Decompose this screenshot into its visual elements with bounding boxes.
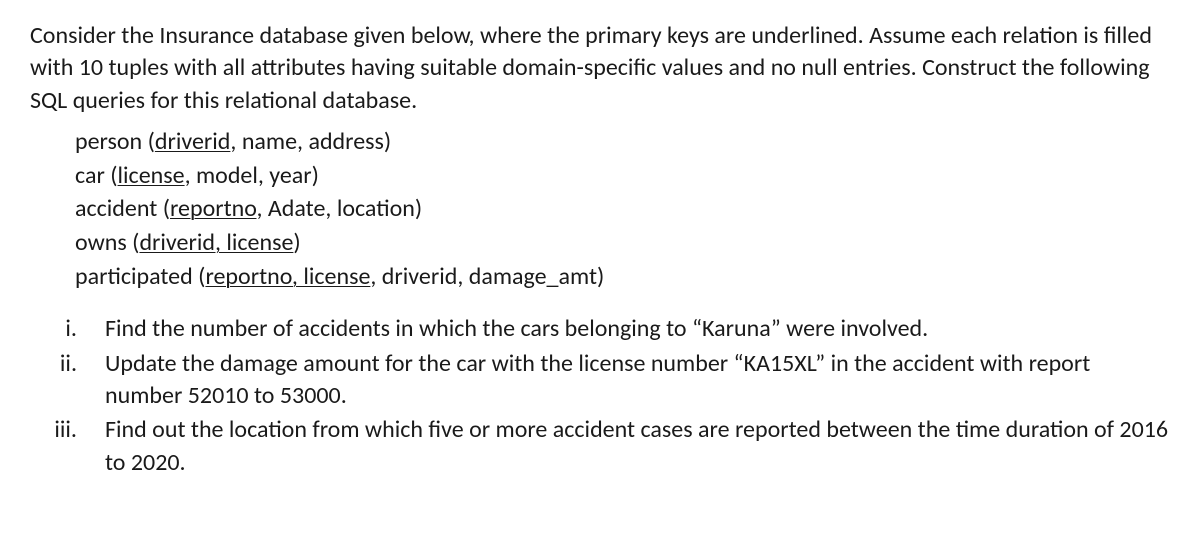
rest-attrs: , name, address) [230, 127, 391, 156]
question-number: iii. [30, 414, 105, 446]
relation-name: accident [75, 194, 157, 223]
relation-name: participated [75, 262, 193, 291]
primary-key: license [118, 161, 185, 190]
question-number: i. [30, 313, 105, 345]
question-item-2: ii. Update the damage amount for the car… [30, 348, 1170, 413]
intro-paragraph: Consider the Insurance database given be… [30, 20, 1170, 117]
schema-person: person (driverid, name, address) [75, 125, 1170, 159]
rest-attrs: ) [293, 228, 300, 257]
rest-attrs: , driverid, damage_amt) [370, 262, 604, 291]
open-paren: ( [148, 127, 155, 156]
schema-participated: participated (reportno, license, driveri… [75, 260, 1170, 294]
primary-key: driverid, license [139, 228, 293, 257]
question-text: Find the number of accidents in which th… [105, 313, 1170, 345]
rest-attrs: , model, year) [185, 161, 319, 190]
question-item-1: i. Find the number of accidents in which… [30, 313, 1170, 345]
question-text: Find out the location from which five or… [105, 414, 1170, 479]
schema-block: person (driverid, name, address) car (li… [30, 125, 1170, 293]
questions-list: i. Find the number of accidents in which… [30, 313, 1170, 479]
schema-owns: owns (driverid, license) [75, 226, 1170, 260]
schema-accident: accident (reportno, Adate, location) [75, 192, 1170, 226]
open-paren: ( [163, 194, 170, 223]
relation-name: owns [75, 228, 127, 257]
rest-attrs: , Adate, location) [257, 194, 423, 223]
question-item-3: iii. Find out the location from which fi… [30, 414, 1170, 479]
schema-car: car (license, model, year) [75, 159, 1170, 193]
relation-name: car [75, 161, 105, 190]
primary-key: reportno, license [205, 262, 370, 291]
question-number: ii. [30, 348, 105, 380]
relation-name: person [75, 127, 142, 156]
primary-key: driverid [155, 127, 231, 156]
open-paren: ( [110, 161, 117, 190]
primary-key: reportno [170, 194, 257, 223]
question-text: Update the damage amount for the car wit… [105, 348, 1170, 413]
